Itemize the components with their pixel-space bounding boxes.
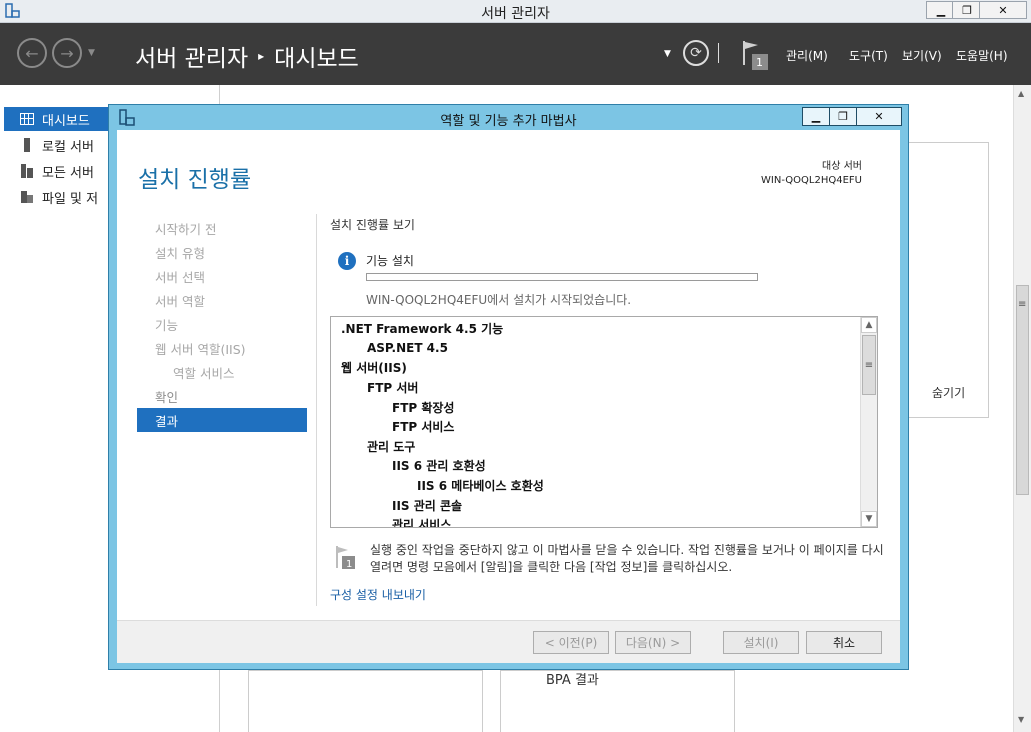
step-role-services: 역할 서비스 [173, 365, 235, 381]
close-button[interactable]: ✕ [979, 1, 1027, 19]
list-item: IIS 6 메타베이스 호환성 [417, 479, 544, 494]
forward-arrow-icon[interactable]: → [52, 38, 82, 68]
export-configuration-link[interactable]: 구성 설정 내보내기 [330, 586, 426, 603]
notifications-flag-icon[interactable]: 1 [740, 39, 770, 73]
notification-flag-icon: 1 [336, 546, 355, 570]
wizard-steps: 시작하기 전 설치 유형 서버 선택 서버 역할 기능 웹 서버 역할(IIS)… [137, 216, 307, 432]
history-dropdown-icon[interactable]: ▼ [88, 48, 95, 58]
background-panel [905, 142, 989, 418]
list-scroll-down-icon[interactable]: ▼ [861, 511, 877, 527]
file-storage-icon [21, 191, 33, 203]
main-scrollbar[interactable]: ▲ ≡ ▼ [1013, 85, 1031, 732]
server-manager-header: ← → ▼ 서버 관리자 ▸ 대시보드 ▼ ⟳ 1 관리(M) 도구(T) 보기… [0, 23, 1031, 85]
sidebar-item-label: 대시보드 [42, 113, 90, 129]
target-server-label: 대상 서버 WIN-QOQL2HQ4EFU [761, 160, 862, 188]
background-tile [500, 670, 735, 732]
step-installation-type: 설치 유형 [155, 245, 205, 261]
window-titlebar: 서버 관리자 ▁ ❐ ✕ [0, 0, 1031, 23]
breadcrumb-current: 대시보드 [274, 46, 359, 72]
server-icon [24, 138, 30, 152]
background-tile [248, 670, 483, 732]
wizard-minimize-button[interactable]: ▁ [802, 107, 830, 126]
list-item: .NET Framework 4.5 기능 [341, 322, 504, 337]
dashboard-icon [20, 113, 34, 125]
feature-install-label: 기능 설치 [366, 254, 414, 268]
breadcrumb-separator-icon: ▸ [258, 49, 265, 63]
list-scroll-up-icon[interactable]: ▲ [861, 317, 877, 333]
install-progress-bar [366, 273, 758, 281]
wizard-title: 역할 및 기능 추가 마법사 [440, 114, 577, 129]
list-scrollbar-thumb[interactable]: ≡ [862, 335, 876, 395]
list-item: FTP 서버 [367, 381, 419, 396]
previous-button[interactable]: < 이전(P) [533, 631, 609, 654]
section-title: 설치 진행률 보기 [330, 218, 415, 232]
add-roles-wizard-dialog: 역할 및 기능 추가 마법사 ▁ ❐ ✕ 설치 진행률 대상 서버 WIN-QO… [108, 104, 909, 670]
list-item: FTP 확장성 [392, 400, 455, 415]
list-item: 관리 도구 [367, 439, 416, 454]
features-list-rows: .NET Framework 4.5 기능 ASP.NET 4.5 웹 서버(I… [331, 317, 859, 527]
sidebar-item-label: 모든 서버 [42, 165, 94, 181]
notification-count: 1 [756, 56, 763, 69]
breadcrumb: 서버 관리자 ▸ 대시보드 [135, 39, 359, 73]
cancel-button[interactable]: 취소 [806, 631, 882, 654]
list-item: FTP 서비스 [392, 420, 455, 435]
servers-icon [21, 164, 33, 178]
target-server-caption: 대상 서버 [822, 161, 862, 172]
refresh-dropdown-icon[interactable]: ▼ [664, 49, 671, 59]
breadcrumb-root[interactable]: 서버 관리자 [135, 39, 248, 73]
step-results[interactable]: 결과 [137, 408, 307, 432]
header-divider [718, 43, 719, 63]
menu-help[interactable]: 도움말(H) [956, 47, 1008, 64]
wizard-maximize-button[interactable]: ❐ [829, 107, 857, 126]
sidebar-item-label: 로컬 서버 [42, 139, 94, 155]
steps-divider [316, 214, 317, 606]
step-server-selection: 서버 선택 [155, 269, 205, 285]
install-status-text: WIN-QOQL2HQ4EFU에서 설치가 시작되었습니다. [366, 293, 632, 307]
menu-view[interactable]: 보기(V) [902, 47, 942, 64]
list-item: IIS 관리 콘솔 [392, 498, 463, 513]
list-item: IIS 6 관리 호환성 [392, 459, 486, 474]
step-confirmation[interactable]: 확인 [137, 384, 307, 408]
menu-tools[interactable]: 도구(T) [849, 47, 888, 64]
list-item: ASP.NET 4.5 [367, 341, 448, 356]
next-button[interactable]: 다음(N) > [615, 631, 691, 654]
list-item: 관리 서비스 [392, 518, 452, 527]
scrollbar-thumb[interactable] [1016, 285, 1029, 495]
sidebar-item-label: 파일 및 저 [42, 191, 99, 207]
wizard-body: 설치 진행률 대상 서버 WIN-QOQL2HQ4EFU 시작하기 전 설치 유… [117, 130, 900, 663]
maximize-button[interactable]: ❐ [952, 1, 982, 19]
info-icon: i [338, 252, 356, 270]
page-title: 설치 진행률 [138, 167, 252, 193]
step-before-you-begin: 시작하기 전 [155, 221, 217, 237]
close-wizard-notice: 실행 중인 작업을 중단하지 않고 이 마법사를 닫을 수 있습니다. 작업 진… [370, 543, 884, 574]
hide-link[interactable]: 숨기기 [932, 384, 965, 401]
target-server-name: WIN-QOQL2HQ4EFU [761, 175, 862, 186]
bpa-results-label[interactable]: BPA 결과 [546, 669, 599, 688]
notice-flag-count: 1 [346, 559, 352, 570]
back-arrow-icon[interactable]: ← [17, 38, 47, 68]
scroll-up-icon[interactable]: ▲ [1018, 89, 1024, 98]
list-item: 웹 서버(IIS) [341, 361, 407, 376]
scroll-grip-icon: ≡ [1018, 299, 1027, 310]
scroll-down-icon[interactable]: ▼ [1018, 715, 1024, 724]
step-server-roles: 서버 역할 [155, 293, 205, 309]
step-web-server-role: 웹 서버 역할(IIS) [155, 341, 246, 357]
list-scrollbar[interactable]: ▲ ≡ ▼ [860, 317, 877, 527]
refresh-icon[interactable]: ⟳ [683, 40, 709, 66]
step-features: 기능 [155, 317, 179, 333]
wizard-titlebar: 역할 및 기능 추가 마법사 ▁ ❐ ✕ [109, 105, 908, 130]
wizard-footer: < 이전(P) 다음(N) > 설치(I) 취소 [117, 620, 900, 663]
wizard-close-button[interactable]: ✕ [856, 107, 902, 126]
menu-manage[interactable]: 관리(M) [786, 47, 828, 64]
install-button[interactable]: 설치(I) [723, 631, 799, 654]
installed-features-list[interactable]: .NET Framework 4.5 기능 ASP.NET 4.5 웹 서버(I… [330, 316, 878, 528]
window-title: 서버 관리자 [481, 6, 550, 22]
